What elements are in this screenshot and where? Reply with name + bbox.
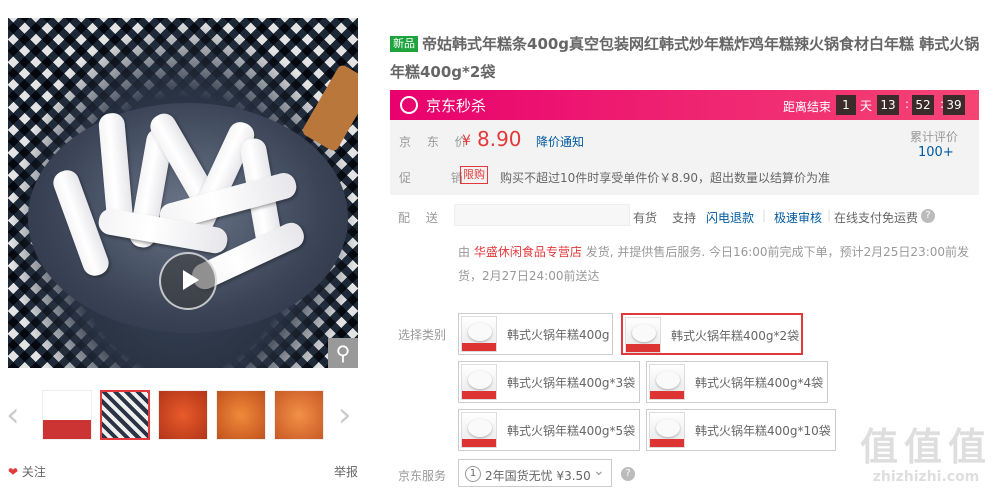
countdown-days: 1 [836,95,856,115]
variant-option[interactable]: 韩式火锅年糕400g*5袋 [458,409,640,451]
limit-tag: 限购 [460,166,488,184]
thumbnail-1[interactable] [42,390,92,440]
price-area: 京 东 价 ¥ 8.90 降价通知 累计评价 100+ 促 销 限购 购买不超过… [390,120,979,195]
variant-option[interactable]: 韩式火锅年糕400g*3袋 [458,361,640,403]
address-selector[interactable] [454,204,630,226]
variant-option-selected[interactable]: 韩式火锅年糕400g*2袋 [621,313,803,355]
jd-service-option: 2年国货无忧 ¥3.50 [485,469,591,483]
variant-thumbnail [649,412,685,448]
price-notify-link[interactable]: 降价通知 [536,133,584,150]
report-link[interactable]: 举报 [334,463,358,480]
reviews-count[interactable]: 100+ [918,145,954,160]
variant-thumbnail [649,364,685,400]
countdown-separator: : [904,97,909,111]
play-video-button[interactable] [159,252,217,310]
fork-graphic [300,63,358,153]
divider: | [762,208,767,222]
variant-option[interactable]: 韩式火锅年糕400g [458,313,613,355]
heart-icon: ❤ [8,465,19,479]
watermark: 值值值 zhizhizhi.com [859,425,992,485]
thumbnail-2[interactable] [100,390,150,440]
service-free-shipping: 在线支付免运费 [834,211,919,225]
divider: | [827,208,832,222]
variant-option[interactable]: 韩式火锅年糕400g*4袋 [646,361,828,403]
thumbnail-4[interactable] [216,390,266,440]
thumb-next-arrow-icon[interactable]: › [338,398,352,432]
delivery-info: 由 华盛休闲食品专营店 发货, 并提供售后服务. 今日16:00前完成下单，预计… [458,245,970,283]
zoom-icon[interactable]: ⚲ [328,338,358,368]
variant-thumbnail [461,364,497,400]
help-icon[interactable]: ? [621,467,635,481]
variant-option[interactable]: 韩式火锅年糕400g*10袋 [646,409,836,451]
countdown-label: 距离结束 [782,100,831,114]
promo-text: 购买不超过10件时享受单件价￥8.90，超出数量以结算价为准 [500,171,830,185]
jd-service-label: 京东服务 [398,469,447,483]
chevron-down-icon: ⌄ [593,463,605,479]
variant-thumbnail [461,412,497,448]
countdown-seconds: 39 [943,95,965,115]
product-title-text: 帝姑韩式年糕条400g真空包装网红韩式炒年糕炸鸡年糕辣火锅食材白年糕 韩式火锅年… [390,35,980,81]
new-badge: 新品 [390,36,418,52]
shop-link[interactable]: 华盛休闲食品专营店 [474,245,582,259]
thumb-prev-arrow-icon[interactable]: ‹ [6,398,20,432]
jd-service-dropdown[interactable]: 1 2年国货无忧 ¥3.50 ⌄ [458,459,612,487]
countdown-day-unit: 天 [859,99,872,113]
variants-label: 选择类别 [398,328,447,342]
reviews-label: 累计评价 [910,130,959,144]
price-currency: ¥ [462,133,471,149]
service-fast-review[interactable]: 极速审核 [774,209,822,226]
alarm-clock-icon [400,96,418,114]
product-title: 新品 帝姑韩式年糕条400g真空包装网红韩式炒年糕炸鸡年糕辣火锅食材白年糕 韩式火… [390,30,990,86]
service-flash-refund[interactable]: 闪电退款 [706,209,754,226]
seckill-label: 京东秒杀 [426,97,487,115]
countdown-minutes: 52 [912,95,934,115]
seckill-bar: 京东秒杀 距离结束 1 天 13 : 52 : 39 [390,90,979,120]
follow-button[interactable]: ❤ 关注 [8,463,46,480]
stock-status: 有货 [633,211,658,225]
thumbnail-5[interactable] [274,390,324,440]
variant-thumbnail [461,316,497,352]
support-label: 支持 [672,211,697,225]
price-value: 8.90 [477,127,522,151]
thumbnail-3[interactable] [158,390,208,440]
countdown-hours: 13 [877,95,899,115]
service-badge-icon: 1 [465,466,481,482]
main-product-image[interactable]: ⚲ [8,18,358,368]
help-icon[interactable]: ? [921,209,935,223]
variant-thumbnail [625,317,661,353]
